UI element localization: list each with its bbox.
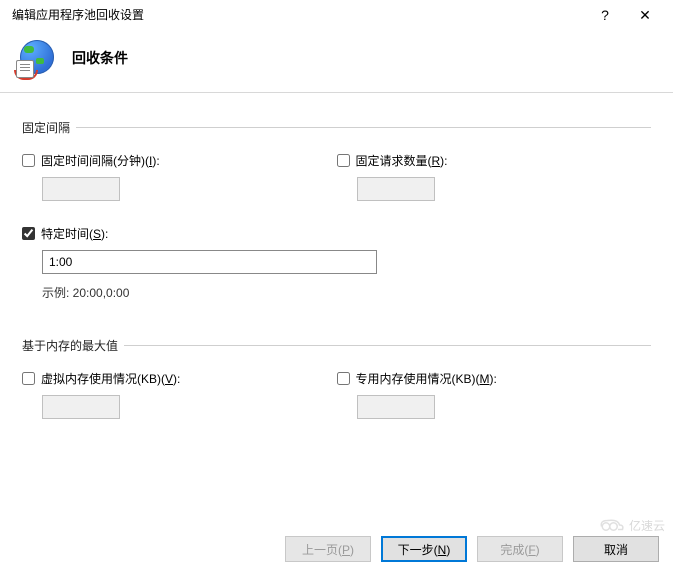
specific-time-example: 示例: 20:00,0:00 <box>42 284 651 301</box>
fixed-interval-input <box>42 177 120 201</box>
fixed-requests-input <box>357 177 435 201</box>
specific-time-label: 特定时间(S): <box>41 225 108 242</box>
private-memory-checkbox[interactable] <box>337 372 350 385</box>
fixed-interval-checkbox[interactable] <box>22 154 35 167</box>
next-button[interactable]: 下一步(N) <box>381 536 467 562</box>
button-bar: 上一页(P) 下一步(N) 完成(F) 取消 <box>285 536 659 562</box>
close-button[interactable]: ✕ <box>625 1 665 29</box>
wizard-header: 回收条件 <box>0 30 673 93</box>
group-fixed-interval: 固定间隔 固定时间间隔(分钟)(I): 固定请求数量(R): 特定时间(S): <box>22 119 651 319</box>
group-memory-legend: 基于内存的最大值 <box>22 337 124 354</box>
finish-button: 完成(F) <box>477 536 563 562</box>
virtual-memory-checkbox[interactable] <box>22 372 35 385</box>
cancel-button[interactable]: 取消 <box>573 536 659 562</box>
specific-time-checkbox[interactable] <box>22 227 35 240</box>
content-area: 固定间隔 固定时间间隔(分钟)(I): 固定请求数量(R): 特定时间(S): <box>0 93 673 439</box>
fixed-interval-label: 固定时间间隔(分钟)(I): <box>41 152 160 169</box>
private-memory-label: 专用内存使用情况(KB)(M): <box>356 370 497 387</box>
virtual-memory-label: 虚拟内存使用情况(KB)(V): <box>41 370 180 387</box>
fixed-requests-label: 固定请求数量(R): <box>356 152 448 169</box>
window-title: 编辑应用程序池回收设置 <box>12 6 585 23</box>
private-memory-input <box>357 395 435 419</box>
recycle-globe-icon <box>16 38 56 78</box>
group-memory-max: 基于内存的最大值 虚拟内存使用情况(KB)(V): 专用内存使用情况(KB)(M… <box>22 337 651 439</box>
watermark: 亿速云 <box>597 516 665 534</box>
specific-time-input[interactable] <box>42 250 377 274</box>
page-title: 回收条件 <box>72 48 128 68</box>
fixed-requests-checkbox[interactable] <box>337 154 350 167</box>
prev-button: 上一页(P) <box>285 536 371 562</box>
virtual-memory-input <box>42 395 120 419</box>
titlebar: 编辑应用程序池回收设置 ? ✕ <box>0 0 673 30</box>
group-fixed-legend: 固定间隔 <box>22 119 76 136</box>
help-button[interactable]: ? <box>585 1 625 29</box>
